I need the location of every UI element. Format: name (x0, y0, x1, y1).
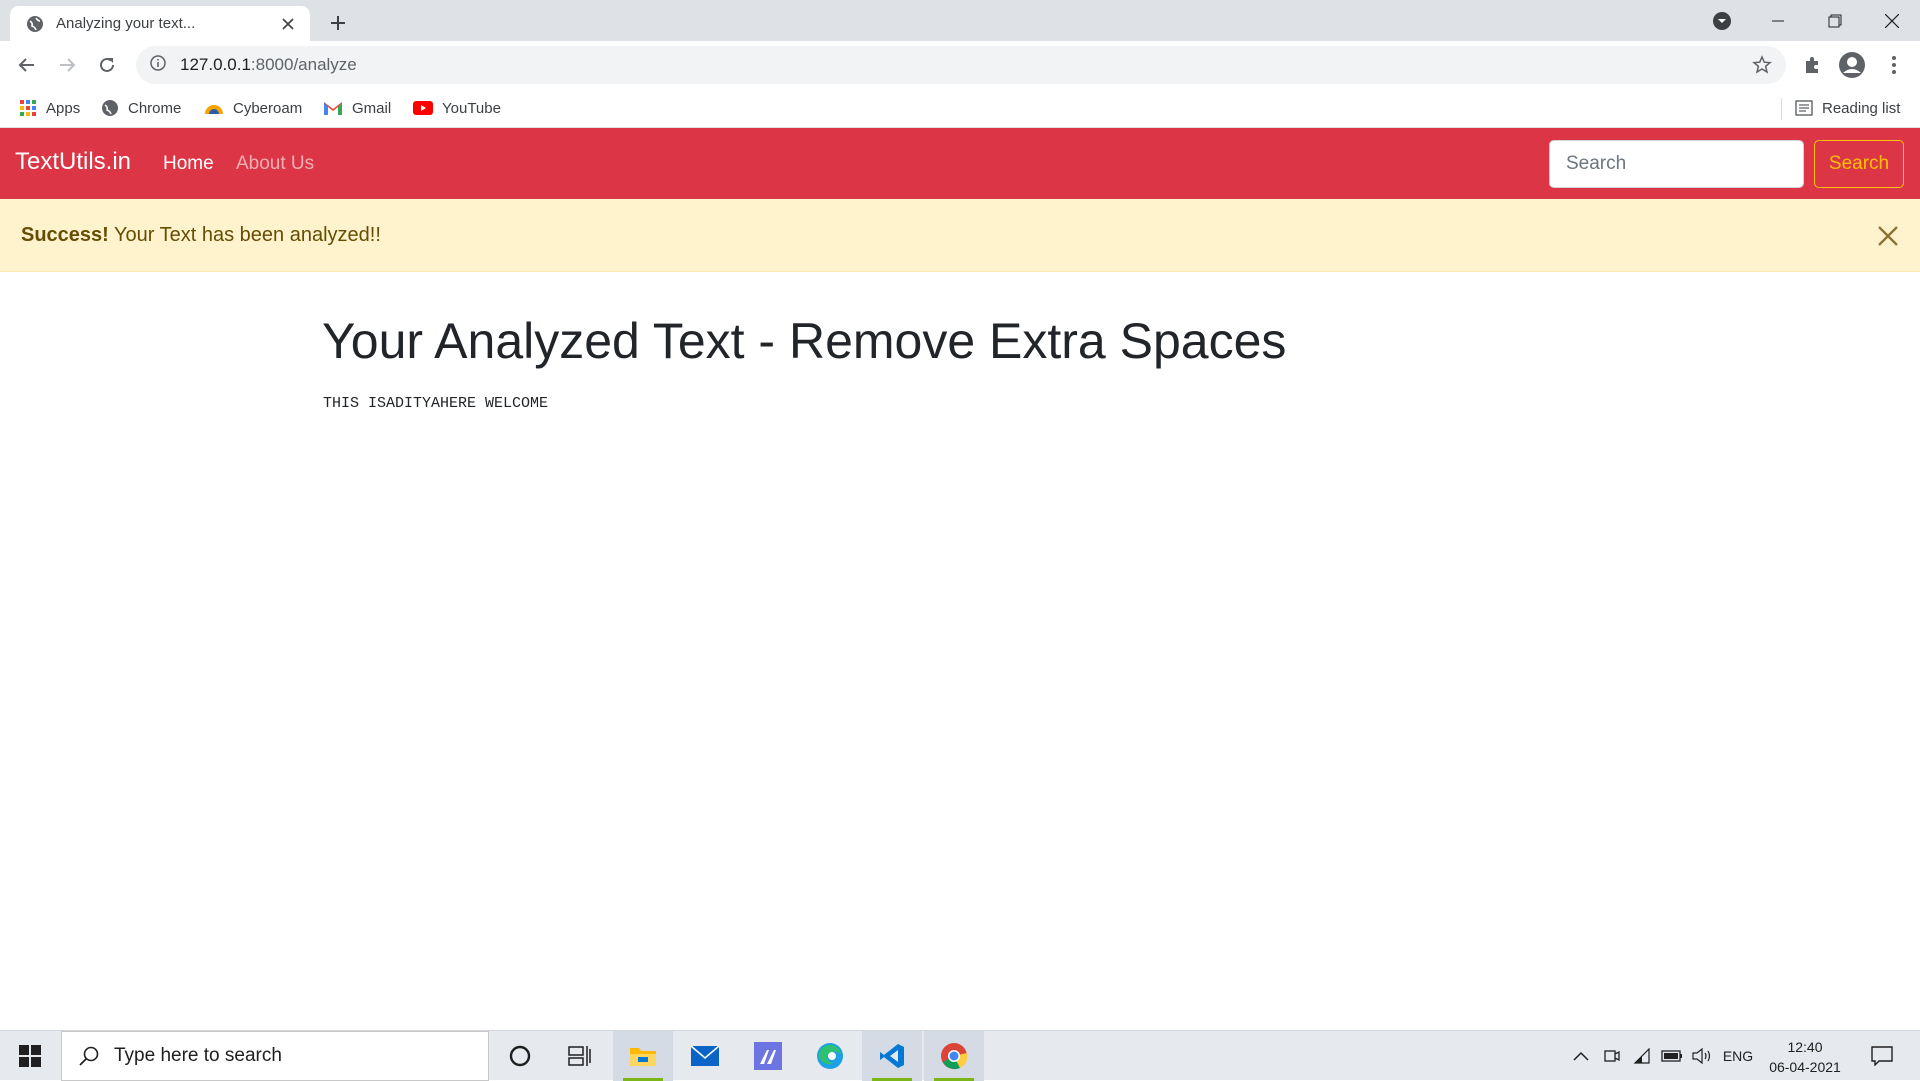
close-window-icon[interactable] (1863, 0, 1920, 41)
nav-home-link[interactable]: Home (163, 153, 214, 175)
windows-start-icon[interactable] (0, 1031, 60, 1081)
close-tab-icon[interactable] (278, 14, 298, 34)
minimize-icon[interactable] (1749, 0, 1806, 41)
bookmark-chrome[interactable]: Chrome (101, 96, 181, 120)
chevron-up-icon[interactable] (1566, 1031, 1596, 1081)
bookmark-star-icon[interactable] (1752, 55, 1772, 75)
edge-icon[interactable] (800, 1031, 860, 1081)
tab-title: Analyzing your text... (56, 15, 196, 32)
vscode-icon[interactable] (862, 1031, 922, 1081)
task-view-icon[interactable] (550, 1031, 610, 1081)
profile-avatar-icon[interactable] (1837, 50, 1867, 80)
page-title: Your Analyzed Text - Remove Extra Spaces (322, 313, 1287, 369)
volume-icon[interactable] (1688, 1031, 1716, 1081)
more-menu-icon[interactable] (1879, 50, 1909, 80)
language-indicator[interactable]: ENG (1718, 1031, 1758, 1081)
cyberoam-icon (205, 105, 223, 114)
gmail-icon (324, 102, 342, 115)
bookmark-apps[interactable]: Apps (19, 96, 80, 120)
address-bar[interactable]: 127.0.0.1:8000/analyze (136, 46, 1786, 84)
browser-toolbar: 127.0.0.1:8000/analyze (0, 41, 1920, 88)
clock-time: 12:40 (1787, 1039, 1823, 1055)
system-clock[interactable]: 12:40 06-04-2021 (1760, 1037, 1850, 1077)
extensions-icon[interactable] (1797, 50, 1827, 80)
divider (1781, 98, 1782, 120)
bookmark-youtube[interactable]: YouTube (413, 96, 501, 120)
meet-now-icon[interactable] (1598, 1031, 1626, 1081)
nav-about-link[interactable]: About Us (236, 153, 314, 175)
bookmarks-bar: Apps Chrome Cyberoam Gmail YouTube Readi… (0, 88, 1920, 128)
restore-icon[interactable] (1806, 0, 1863, 41)
tab-search-icon[interactable] (1711, 10, 1733, 32)
file-explorer-icon[interactable] (613, 1031, 673, 1081)
browser-tab[interactable]: Analyzing your text... (10, 6, 310, 41)
app-icon[interactable] (738, 1031, 798, 1081)
site-navbar: TextUtils.in Home About Us Search (0, 128, 1920, 199)
battery-icon[interactable] (1658, 1031, 1686, 1081)
close-icon[interactable] (1874, 222, 1902, 250)
youtube-icon (413, 101, 433, 115)
reading-list-button[interactable]: Reading list (1795, 96, 1900, 120)
chrome-icon[interactable] (924, 1031, 984, 1081)
alert-message: Success! Your Text has been analyzed!! (21, 224, 381, 246)
cortana-icon[interactable] (490, 1031, 550, 1081)
notification-icon[interactable] (1862, 1031, 1902, 1081)
tab-strip: Analyzing your text... (0, 0, 1920, 41)
success-alert: Success! Your Text has been analyzed!! (0, 199, 1920, 272)
reading-list-icon (1795, 100, 1813, 116)
brand-link[interactable]: TextUtils.in (15, 148, 131, 176)
wifi-icon[interactable] (1628, 1031, 1656, 1081)
clock-date: 06-04-2021 (1769, 1059, 1841, 1075)
apps-grid-icon (20, 100, 36, 116)
forward-icon[interactable] (52, 50, 82, 80)
search-button[interactable]: Search (1814, 140, 1904, 188)
search-icon (79, 1046, 99, 1066)
reload-icon[interactable] (92, 50, 122, 80)
globe-icon (102, 100, 118, 116)
analyzed-text: THIS ISADITYAHERE WELCOME (323, 395, 549, 412)
info-icon[interactable] (150, 54, 166, 76)
mail-icon[interactable] (675, 1031, 735, 1081)
back-icon[interactable] (12, 50, 42, 80)
bookmark-cyberoam[interactable]: Cyberoam (204, 96, 302, 120)
windows-taskbar: Type here to search ENG 12:40 06-04-2021 (0, 1030, 1920, 1081)
taskbar-search-box[interactable]: Type here to search (61, 1031, 489, 1081)
globe-icon (26, 15, 44, 33)
new-tab-button[interactable] (325, 10, 351, 36)
bookmark-gmail[interactable]: Gmail (323, 96, 391, 120)
url-text: 127.0.0.1:8000/analyze (180, 55, 357, 74)
search-input[interactable] (1549, 140, 1804, 188)
